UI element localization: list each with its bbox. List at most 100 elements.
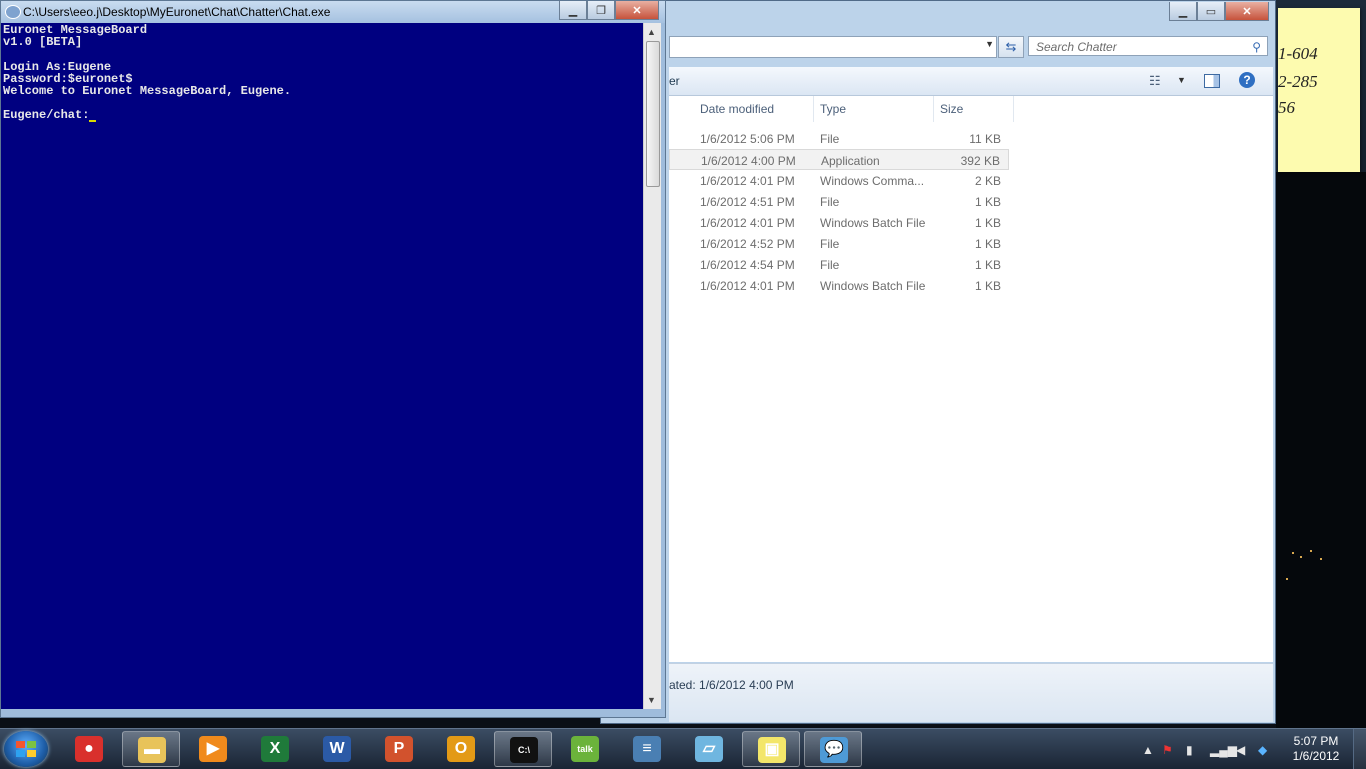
file-type: Application	[821, 154, 880, 168]
clock[interactable]: 5:07 PM 1/6/2012	[1284, 734, 1348, 764]
file-date: 1/6/2012 4:01 PM	[700, 279, 795, 293]
minimize-button[interactable]: ▁	[1169, 2, 1197, 21]
show-desktop-button[interactable]	[1353, 729, 1366, 769]
file-date: 1/6/2012 4:52 PM	[700, 237, 795, 251]
taskbar-item-command-prompt[interactable]: C:\	[494, 731, 552, 767]
close-button[interactable]: ✕	[1225, 2, 1269, 21]
chevron-down-icon[interactable]: ▼	[985, 39, 994, 49]
explorer-titlebar[interactable]: ▁ ▭ ✕	[601, 1, 1275, 29]
file-row[interactable]: 1/6/2012 4:01 PM Windows Batch File 1 KB	[669, 275, 1009, 296]
console-title: C:\Users\eeo.j\Desktop\MyEuronet\Chat\Ch…	[23, 5, 331, 19]
address-bar[interactable]: ▼	[669, 36, 997, 58]
column-separator[interactable]	[1013, 96, 1014, 122]
file-list: Date modified Type Size 1/6/2012 5:06 PM…	[669, 96, 1273, 662]
taskbar-item-excel[interactable]: X	[246, 731, 304, 767]
scroll-down-icon[interactable]: ▼	[647, 695, 656, 705]
file-type: File	[820, 195, 840, 209]
console-scrollbar[interactable]: ▲ ▼	[643, 23, 661, 709]
column-header-type[interactable]: Type	[820, 102, 846, 116]
console-prompt[interactable]: Eugene/chat:	[3, 108, 89, 122]
talk-icon: talk	[571, 736, 599, 762]
search-icon[interactable]: ⚲	[1252, 37, 1261, 57]
search-input[interactable]: Search Chatter ⚲	[1028, 36, 1268, 56]
dropbox-icon[interactable]: ◆	[1258, 743, 1267, 757]
file-row[interactable]: 1/6/2012 4:52 PM File 1 KB	[669, 233, 1009, 254]
taskbar-item-outlook[interactable]: O	[432, 731, 490, 767]
taskbar-item-chat[interactable]: 💬	[804, 731, 862, 767]
windows-logo-icon	[16, 741, 36, 757]
volume-icon[interactable]: ◀	[1236, 743, 1245, 757]
console-titlebar[interactable]: C:\Users\eeo.j\Desktop\MyEuronet\Chat\Ch…	[1, 1, 665, 23]
preview-pane-icon[interactable]	[1204, 74, 1220, 88]
close-button[interactable]: ✕	[615, 1, 659, 20]
console-line: v1.0 [BETA]	[3, 35, 83, 50]
maximize-button[interactable]: ▭	[1197, 2, 1225, 21]
file-row[interactable]: 1/6/2012 4:01 PM Windows Batch File 1 KB	[669, 212, 1009, 233]
clock-time: 5:07 PM	[1293, 734, 1339, 748]
city-light	[1286, 578, 1288, 580]
file-row[interactable]: 1/6/2012 4:54 PM File 1 KB	[669, 254, 1009, 275]
excel-icon: X	[261, 736, 289, 762]
taskbar-item-media-player[interactable]: ▶	[184, 731, 242, 767]
console-window-controls: ▁ ❐ ✕	[559, 1, 659, 20]
chevron-down-icon[interactable]: ▼	[1177, 75, 1186, 85]
start-button[interactable]	[4, 731, 48, 767]
outlook-icon: O	[447, 736, 475, 762]
sticky-note[interactable]: 1-604 2-285 56	[1278, 8, 1360, 172]
city-building	[1276, 172, 1366, 728]
taskbar-item-python[interactable]: ≡	[618, 731, 676, 767]
file-size: 1 KB	[974, 237, 1001, 251]
command-bar-text[interactable]: er	[669, 74, 680, 88]
city-light	[1300, 556, 1302, 558]
clock-date: 1/6/2012	[1292, 749, 1340, 763]
console-output[interactable]: Euronet MessageBoard v1.0 [BETA] Login A…	[1, 23, 643, 709]
cmd-icon: C:\	[510, 737, 538, 763]
file-size: 1 KB	[974, 279, 1001, 293]
column-header-date-modified[interactable]: Date modified	[700, 102, 774, 116]
file-row-selected[interactable]: 1/6/2012 4:00 PM Application 392 KB	[669, 149, 1009, 170]
chat-bubble-icon: 💬	[820, 737, 848, 763]
console-app-icon[interactable]	[5, 5, 21, 19]
file-size: 1 KB	[974, 216, 1001, 230]
file-row[interactable]: 1/6/2012 5:06 PM File 11 KB	[669, 128, 1009, 149]
view-options-icon[interactable]: ☷	[1149, 73, 1161, 89]
notepad-icon: ▱	[695, 736, 723, 762]
column-separator[interactable]	[813, 96, 814, 122]
file-type: File	[820, 237, 840, 251]
column-header-size[interactable]: Size	[940, 102, 963, 116]
taskbar-item-powerpoint[interactable]: P	[370, 731, 428, 767]
file-size: 392 KB	[960, 154, 1000, 168]
refresh-button[interactable]: ⇆	[998, 36, 1024, 58]
sticky-note-line: 1-604	[1278, 44, 1318, 63]
scroll-up-icon[interactable]: ▲	[647, 27, 656, 37]
restore-button[interactable]: ❐	[587, 1, 615, 20]
battery-icon[interactable]: ▮	[1186, 743, 1193, 757]
taskbar-item-word[interactable]: W	[308, 731, 366, 767]
system-tray: ▲ ⚑ ▮ ▂▄▆ ◀ ◆	[1138, 729, 1278, 769]
scrollbar-thumb[interactable]	[646, 41, 660, 187]
minimize-button[interactable]: ▁	[559, 1, 587, 20]
file-row[interactable]: 1/6/2012 4:51 PM File 1 KB	[669, 191, 1009, 212]
file-size: 1 KB	[974, 195, 1001, 209]
file-row[interactable]: 1/6/2012 4:01 PM Windows Comma... 2 KB	[669, 170, 1009, 191]
action-center-icon[interactable]: ⚑	[1162, 743, 1173, 757]
minimize-icon: ▁	[568, 4, 578, 17]
taskbar-item-google-talk[interactable]: talk	[556, 731, 614, 767]
text-cursor	[89, 119, 97, 122]
console-window: C:\Users\eeo.j\Desktop\MyEuronet\Chat\Ch…	[0, 0, 666, 718]
sticky-icon: ▣	[758, 737, 786, 763]
taskbar-item-sticky-notes[interactable]: ▣	[742, 731, 800, 767]
column-separator[interactable]	[933, 96, 934, 122]
file-date: 1/6/2012 4:54 PM	[700, 258, 795, 272]
python-icon: ≡	[633, 736, 661, 762]
taskbar-item-windows-explorer[interactable]: ▬	[122, 731, 180, 767]
chrome-icon: ●	[75, 736, 103, 762]
help-icon[interactable]: ?	[1239, 72, 1255, 88]
network-signal-icon[interactable]: ▂▄▆	[1210, 743, 1237, 757]
show-hidden-icons-icon[interactable]: ▲	[1142, 743, 1154, 757]
command-bar: er ☷ ▼ ?	[669, 67, 1273, 96]
taskbar-item-chrome[interactable]: ●	[60, 731, 118, 767]
taskbar-item-notepad[interactable]: ▱	[680, 731, 738, 767]
file-date: 1/6/2012 4:00 PM	[701, 154, 796, 168]
file-type: Windows Batch File	[820, 279, 926, 293]
